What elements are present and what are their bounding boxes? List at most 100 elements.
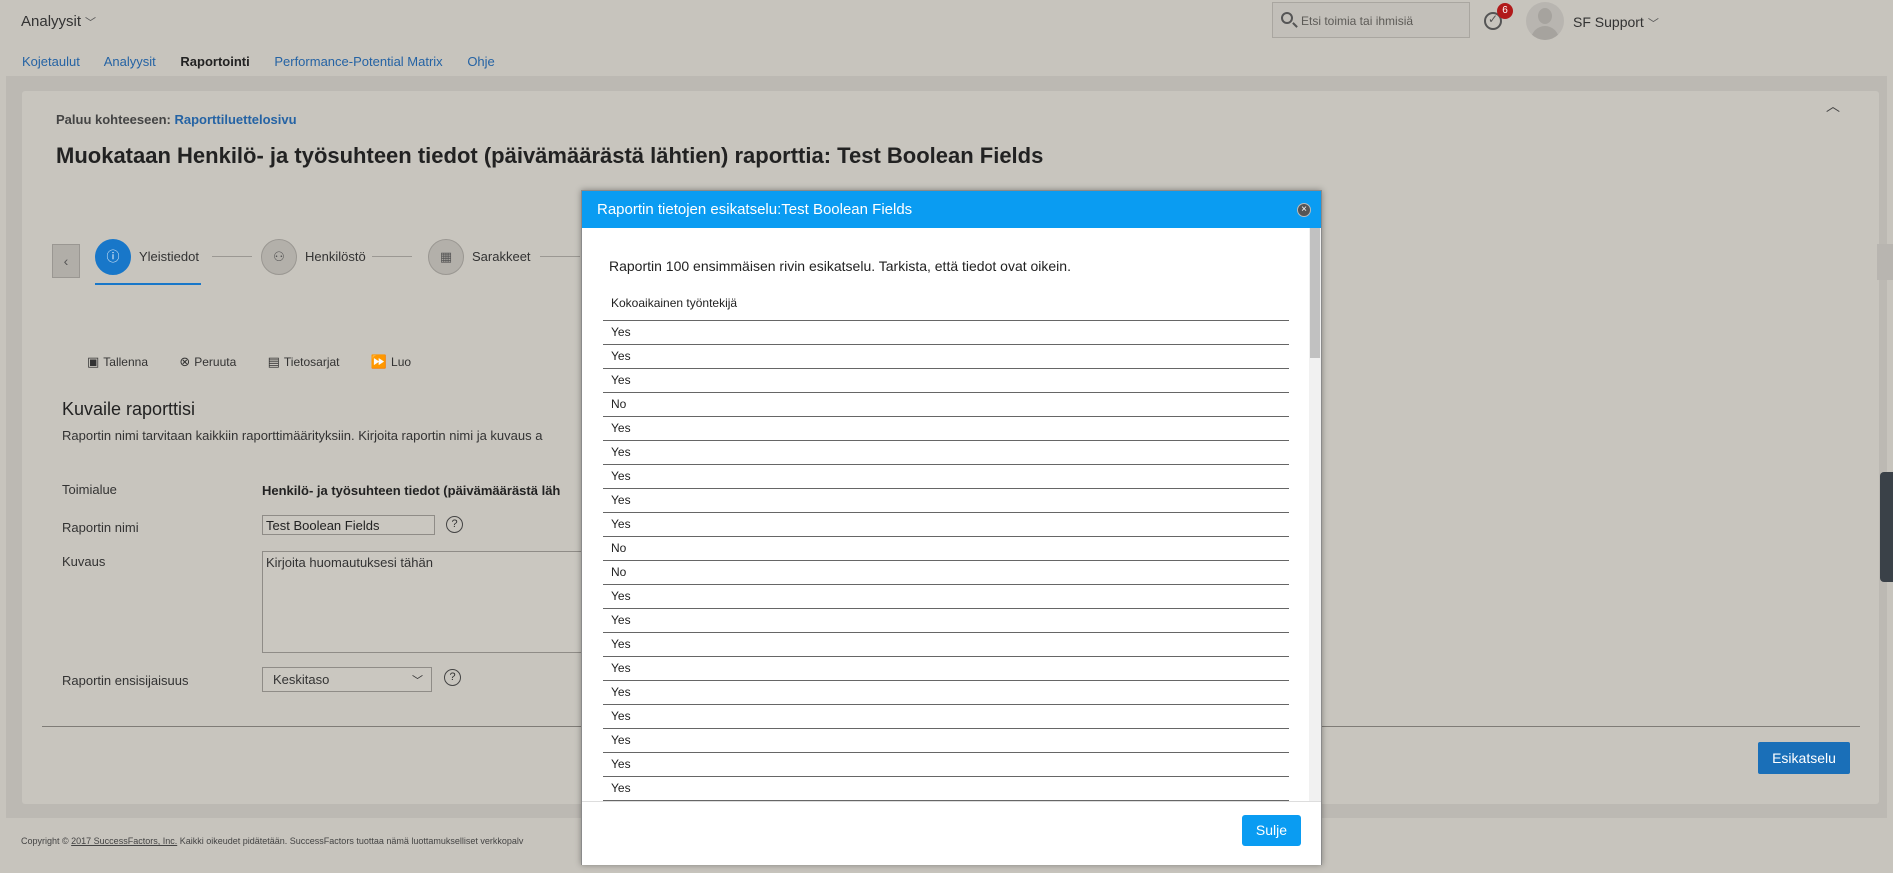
avatar-shoulders: [1531, 26, 1559, 40]
active-step-underline: [95, 283, 201, 285]
app-switcher[interactable]: Analyysit ﹀: [21, 13, 96, 30]
chevron-down-icon: ﹀: [412, 675, 423, 687]
main-nav: Kojetaulut Analyysit Raportointi Perform…: [22, 54, 516, 69]
save-button[interactable]: ▣ Tallenna: [87, 354, 148, 370]
table-row: Yes: [603, 681, 1289, 705]
table-row: Yes: [603, 609, 1289, 633]
table-row: Yes: [603, 753, 1289, 777]
table-row: Yes: [603, 369, 1289, 393]
nav-item-help[interactable]: Ohje: [467, 54, 494, 69]
domain-value: Henkilö- ja työsuhteen tiedot (päivämäär…: [262, 483, 561, 498]
datasets-icon: ▤: [267, 354, 280, 369]
table-row: Yes: [603, 657, 1289, 681]
search-input[interactable]: [1299, 9, 1468, 33]
create-label: Luo: [391, 355, 412, 369]
grid-icon: ▦: [428, 239, 464, 275]
table-body: Yes Yes Yes No Yes Yes Yes Yes Yes No No Yes Yes Yes Y…: [603, 321, 1289, 801]
create-button[interactable]: ⏩ Luo: [371, 354, 411, 370]
page-title: Muokataan Henkilö- ja työsuhteen tiedot …: [56, 143, 1044, 168]
wizard-connector: [540, 256, 580, 257]
footer: Copyright © 2017 SuccessFactors, Inc. Ka…: [21, 836, 523, 846]
nav-item-analytics[interactable]: Analyysit: [104, 54, 156, 69]
wizard-step-label: Henkilöstö: [305, 249, 366, 264]
priority-label: Raportin ensisijaisuus: [62, 673, 189, 688]
nav-item-dashboards[interactable]: Kojetaulut: [22, 54, 80, 69]
chevron-down-icon: ﹀: [1647, 18, 1659, 30]
footer-text: Kaikki oikeudet pidätetään. SuccessFacto…: [177, 836, 524, 846]
table-row: Yes: [603, 441, 1289, 465]
description-label: Kuvaus: [62, 554, 106, 569]
wizard-connector: [212, 256, 252, 257]
table-row: Yes: [603, 633, 1289, 657]
table-row: Yes: [603, 513, 1289, 537]
chevron-left-icon: ‹: [63, 253, 69, 269]
close-button[interactable]: Sulje: [1242, 815, 1301, 846]
table-row: Yes: [603, 417, 1289, 441]
side-handle[interactable]: [1877, 244, 1893, 280]
table-row: Yes: [603, 705, 1289, 729]
dialog-scrollbar[interactable]: [1309, 228, 1321, 801]
wizard-prev-button[interactable]: ‹: [52, 244, 80, 278]
people-icon: ⚇: [261, 239, 297, 275]
scrollbar-thumb[interactable]: [1310, 228, 1320, 358]
table-row: No: [603, 393, 1289, 417]
top-header: Analyysit﹀ 6 SF Support﹀: [0, 0, 1893, 44]
wizard-connector: [372, 256, 412, 257]
footer-company-link[interactable]: 2017 SuccessFactors, Inc.: [71, 836, 177, 846]
nav-item-reporting[interactable]: Raportointi: [180, 54, 249, 69]
dialog-header: Raportin tietojen esikatselu:Test Boolea…: [582, 191, 1321, 228]
report-name-label: Raportin nimi: [62, 520, 139, 535]
avatar[interactable]: [1526, 2, 1564, 40]
dialog-intro: Raportin 100 ensimmäisen rivin esikatsel…: [609, 258, 1071, 274]
save-icon: ▣: [87, 354, 100, 369]
search-icon: [1281, 12, 1293, 24]
table-row: Yes: [603, 489, 1289, 513]
save-label: Tallenna: [103, 355, 148, 369]
table-row: No: [603, 561, 1289, 585]
wizard-step-columns[interactable]: ▦ Sarakkeet: [428, 237, 548, 283]
help-icon[interactable]: ?: [444, 669, 461, 686]
priority-value: Keskitaso: [273, 672, 330, 687]
avatar-head: [1538, 8, 1552, 24]
priority-select[interactable]: Keskitaso ﹀: [262, 667, 432, 692]
report-name-input[interactable]: [262, 515, 435, 535]
user-menu[interactable]: SF Support ﹀: [1573, 14, 1659, 31]
help-icon[interactable]: ?: [446, 516, 463, 533]
wizard-step-label: Sarakkeet: [472, 249, 531, 264]
preview-dialog: Raportin tietojen esikatselu:Test Boolea…: [581, 190, 1322, 865]
nav-item-performance-matrix[interactable]: Performance-Potential Matrix: [274, 54, 442, 69]
info-icon: ⓘ: [95, 239, 131, 275]
run-icon: ⏩: [370, 354, 388, 369]
table-row: No: [603, 537, 1289, 561]
wizard-step-people[interactable]: ⚇ Henkilöstö: [261, 237, 381, 283]
dialog-body: Raportin 100 ensimmäisen rivin esikatsel…: [582, 228, 1321, 801]
support-side-tab[interactable]: [1880, 472, 1893, 582]
notification-badge: 6: [1497, 3, 1513, 19]
section-description: Raportin nimi tarvitaan kaikkiin raportt…: [62, 428, 543, 443]
table-row: Yes: [603, 321, 1289, 345]
back-to-report-list-link[interactable]: Raporttiluettelosivu: [175, 112, 297, 127]
chevron-up-icon[interactable]: ︿: [1826, 96, 1840, 116]
chevron-down-icon: ﹀: [85, 17, 97, 29]
cancel-button[interactable]: ⊗ Peruuta: [179, 354, 236, 370]
table-header: Kokoaikainen työntekijä: [603, 286, 1289, 321]
wizard-step-general[interactable]: ⓘ Yleistiedot: [95, 237, 205, 285]
cancel-icon: ⊗: [179, 354, 191, 369]
preview-table: Kokoaikainen työntekijä Yes Yes Yes No Yes Ye…: [603, 286, 1289, 801]
report-toolbar: ▣ Tallenna ⊗ Peruuta ▤ Tietosarjat ⏩ Luo: [87, 354, 439, 370]
app-switcher-label: Analyysit: [21, 13, 82, 30]
table-row: Yes: [603, 465, 1289, 489]
datasets-label: Tietosarjat: [283, 355, 340, 369]
domain-label: Toimialue: [62, 482, 117, 497]
table-row: Yes: [603, 777, 1289, 801]
preview-button[interactable]: Esikatselu: [1758, 742, 1850, 774]
footer-prefix: Copyright ©: [21, 836, 72, 846]
notifications-button[interactable]: 6: [1484, 3, 1513, 30]
datasets-button[interactable]: ▤ Tietosarjat: [268, 354, 340, 370]
breadcrumb: Paluu kohteeseen: Raporttiluettelosivu: [56, 112, 297, 127]
description-field[interactable]: [262, 551, 582, 653]
close-icon[interactable]: ×: [1297, 203, 1311, 217]
search-box[interactable]: [1272, 2, 1470, 38]
dialog-title: Raportin tietojen esikatselu:Test Boolea…: [597, 201, 913, 218]
table-row: Yes: [603, 729, 1289, 753]
